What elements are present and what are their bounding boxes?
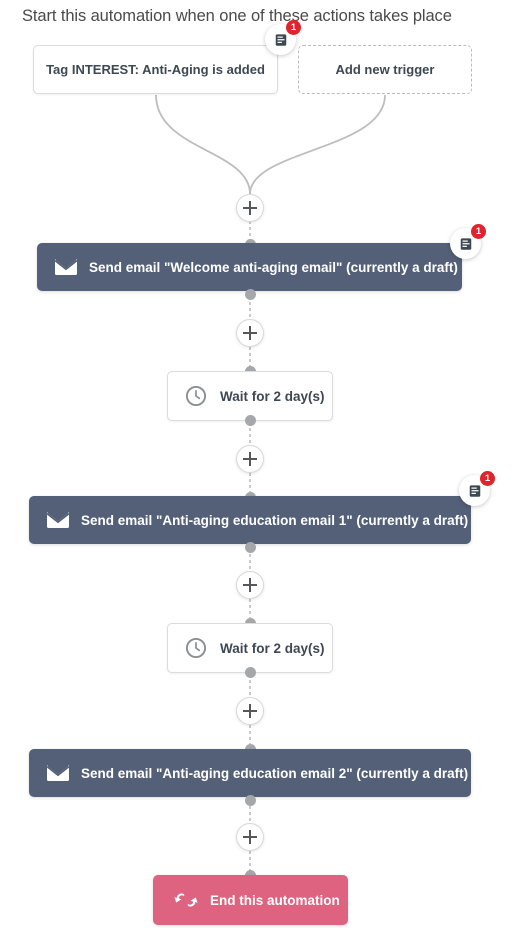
add-trigger-label: Add new trigger (335, 62, 435, 77)
end-automation-label: End this automation (210, 892, 340, 908)
action-node-send-email-3[interactable]: Send email "Anti-aging education email 2… (29, 749, 471, 797)
automation-canvas: Start this automation when one of these … (0, 0, 515, 941)
action-node-send-email-1[interactable]: Send email "Welcome anti-aging email" (c… (37, 243, 462, 291)
action-label: Wait for 2 day(s) (220, 388, 325, 404)
add-step-button-4[interactable] (236, 571, 264, 599)
note-icon (275, 33, 286, 46)
add-step-button-6[interactable] (236, 823, 264, 851)
note-badge-email-2[interactable]: 1 (459, 471, 495, 506)
trigger-label: Tag INTEREST: Anti-Aging is added (46, 62, 265, 77)
trigger-node-tag-added[interactable]: Tag INTEREST: Anti-Aging is added (33, 45, 278, 94)
connector-dot (244, 542, 256, 553)
action-node-wait-2[interactable]: Wait for 2 day(s) (167, 623, 333, 673)
note-badge-trigger[interactable]: 1 (265, 20, 301, 55)
note-count: 1 (286, 20, 301, 35)
connector-dot (244, 795, 256, 806)
clock-icon (185, 385, 207, 407)
note-count: 1 (471, 224, 486, 239)
note-count: 1 (480, 471, 495, 486)
action-label: Send email "Welcome anti-aging email" (c… (89, 259, 458, 275)
cycle-arrows-icon (174, 891, 198, 909)
page-title: Start this automation when one of these … (22, 7, 452, 25)
add-step-button-5[interactable] (236, 697, 264, 725)
envelope-icon (55, 259, 77, 275)
add-step-button-2[interactable] (236, 319, 264, 347)
add-step-button-1[interactable] (236, 194, 264, 222)
action-label: Send email "Anti-aging education email 1… (81, 512, 469, 528)
connector-dot (244, 415, 256, 426)
envelope-icon (47, 765, 69, 781)
connector-dot (244, 289, 256, 300)
envelope-icon (47, 512, 69, 528)
add-step-button-3[interactable] (236, 445, 264, 473)
action-label: Send email "Anti-aging education email 2… (81, 765, 469, 781)
note-icon (469, 484, 480, 497)
add-new-trigger-button[interactable]: Add new trigger (298, 45, 472, 94)
end-automation-node[interactable]: End this automation (153, 875, 348, 925)
note-icon (460, 237, 471, 250)
action-label: Wait for 2 day(s) (220, 640, 325, 656)
action-node-send-email-2[interactable]: Send email "Anti-aging education email 1… (29, 496, 471, 544)
clock-icon (185, 637, 207, 659)
connector-dot (244, 667, 256, 678)
action-node-wait-1[interactable]: Wait for 2 day(s) (167, 371, 333, 421)
note-badge-email-1[interactable]: 1 (450, 224, 486, 259)
